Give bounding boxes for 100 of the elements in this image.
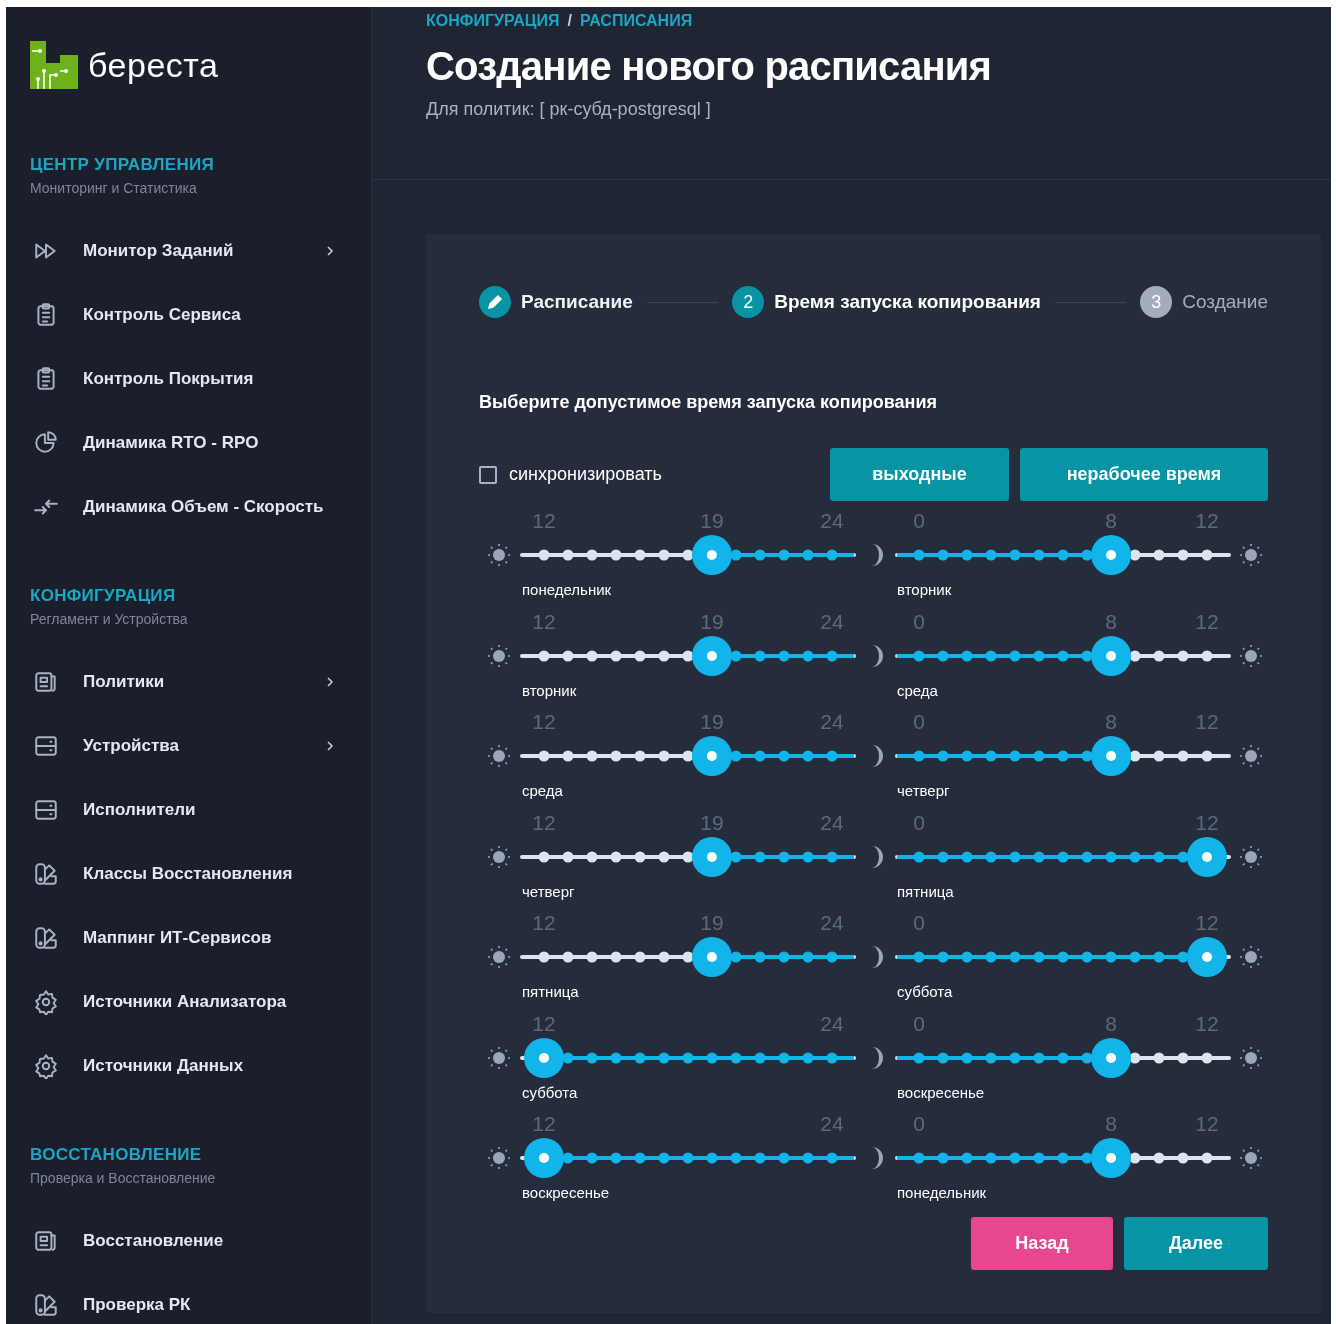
nav-item[interactable]: Классы Восстановления <box>83 864 371 884</box>
slider-thumb[interactable] <box>691 635 732 676</box>
time-slider[interactable] <box>522 1138 854 1178</box>
time-slider[interactable] <box>522 836 854 877</box>
back-button[interactable]: Назад <box>971 1216 1113 1270</box>
swatch-icon <box>33 1292 59 1318</box>
hour-label: 24 <box>820 911 844 935</box>
slider-thumb[interactable] <box>691 736 732 776</box>
chevron-icon[interactable] <box>325 675 335 689</box>
time-slider[interactable] <box>897 937 1229 977</box>
nav-item[interactable]: Контроль Покрытия <box>83 369 371 389</box>
day-label: суббота <box>522 1083 579 1102</box>
time-slider[interactable] <box>897 1037 1229 1078</box>
nav-item[interactable]: Восстановление <box>83 1231 371 1251</box>
nav-item[interactable]: Источники Данных <box>83 1056 371 1076</box>
hour-label: 19 <box>700 810 724 835</box>
slider-thumb[interactable] <box>1091 635 1132 676</box>
breadcrumb-link[interactable]: РАСПИСАНИЯ <box>579 12 693 30</box>
hour-label: 0 <box>913 1112 925 1136</box>
day-label: суббота <box>897 983 954 1001</box>
time-slider[interactable] <box>522 736 854 776</box>
time-slider[interactable] <box>897 736 1229 776</box>
section-title: ЦЕНТР УПРАВЛЕНИЯ <box>30 155 216 175</box>
time-slider[interactable] <box>522 535 854 575</box>
time-slider[interactable] <box>522 937 854 977</box>
page-title: Создание нового расписания <box>426 44 993 89</box>
time-slider[interactable] <box>522 1037 854 1078</box>
sun-icon <box>487 643 511 668</box>
step-label[interactable]: Расписание <box>521 291 633 313</box>
hour-label: 12 <box>532 1011 556 1036</box>
day-label: среда <box>522 782 564 800</box>
day-label: воскресенье <box>522 1184 611 1202</box>
hour-label: 8 <box>1105 609 1117 634</box>
day-label: четверг <box>897 782 951 800</box>
hour-label: 0 <box>913 1011 925 1036</box>
day-label: вторник <box>897 581 953 599</box>
time-slider[interactable] <box>897 836 1229 877</box>
slider-thumb[interactable] <box>691 836 732 877</box>
chevron-icon[interactable] <box>325 244 335 258</box>
day-label: понедельник <box>897 1184 988 1202</box>
slider-thumb[interactable] <box>691 535 732 575</box>
nav-item[interactable]: Политики <box>83 672 325 692</box>
slider-thumb[interactable] <box>691 937 732 977</box>
nav-item[interactable]: Источники Анализатора <box>83 992 371 1012</box>
hour-label: 24 <box>820 1112 844 1136</box>
nav-item[interactable]: Динамика RTO - RPO <box>83 433 371 453</box>
nav-item[interactable]: Исполнители <box>83 800 371 820</box>
time-slider[interactable] <box>897 535 1229 575</box>
time-slider[interactable] <box>522 635 854 676</box>
hour-label: 12 <box>1195 1112 1219 1136</box>
step-label[interactable]: Время запуска копирования <box>774 291 1041 313</box>
slider-thumb[interactable] <box>1091 535 1132 575</box>
checkbox-label: синхронизировать <box>509 464 662 485</box>
prompt-text: Выберите допустимое время запуска копирования <box>479 392 939 413</box>
sun-icon <box>1239 1045 1263 1070</box>
next-button[interactable]: Далее <box>1124 1216 1268 1270</box>
nav-item[interactable]: Контроль Сервиса <box>83 305 371 325</box>
settings-icon <box>33 1053 59 1079</box>
document-icon <box>33 669 59 695</box>
slider-thumb[interactable] <box>1091 1138 1132 1178</box>
section-subtitle: Регламент и Устройства <box>30 611 189 627</box>
slider-thumb[interactable] <box>1187 937 1227 977</box>
slider-thumb[interactable] <box>1091 736 1132 776</box>
nav-item[interactable]: Проверка РК <box>83 1295 371 1315</box>
slider-thumb[interactable] <box>1187 836 1227 877</box>
step-label[interactable]: Создание <box>1182 291 1268 313</box>
document-icon <box>33 1228 59 1254</box>
slider-thumb[interactable] <box>524 1138 564 1178</box>
settings-icon <box>33 989 59 1015</box>
sun-icon <box>487 1146 511 1170</box>
hour-label: 0 <box>913 509 925 533</box>
nav-item[interactable]: Монитор Заданий <box>83 241 325 261</box>
hour-label: 19 <box>700 509 724 533</box>
preset-button[interactable]: выходные <box>830 448 1009 501</box>
nav-item[interactable]: Динамика Объем - Скорость <box>83 497 371 517</box>
hour-label: 0 <box>913 911 925 935</box>
day-label: вторник <box>522 681 578 700</box>
hour-label: 19 <box>700 710 724 734</box>
day-label: пятница <box>897 882 955 901</box>
hour-label: 0 <box>913 609 925 634</box>
section-subtitle: Мониторинг и Статистика <box>30 180 198 196</box>
hour-label: 12 <box>532 1112 556 1136</box>
hour-label: 12 <box>1195 710 1219 734</box>
breadcrumb-link[interactable]: КОНФИГУРАЦИЯ <box>426 12 560 30</box>
hour-label: 12 <box>532 810 556 835</box>
preset-button[interactable]: нерабочее время <box>1020 448 1268 501</box>
logo-text: береста <box>88 45 219 85</box>
nav-item[interactable]: Маппинг ИТ-Сервисов <box>83 928 371 948</box>
server-icon <box>33 797 59 823</box>
slider-thumb[interactable] <box>524 1037 564 1078</box>
logo-icon <box>30 41 78 89</box>
day-label: воскресенье <box>897 1083 986 1102</box>
chevron-icon[interactable] <box>325 739 335 753</box>
checkbox[interactable] <box>479 465 497 484</box>
slider-thumb[interactable] <box>1091 1037 1132 1078</box>
time-slider[interactable] <box>897 1138 1229 1178</box>
nav-item[interactable]: Устройства <box>83 736 325 756</box>
sun-icon <box>1239 945 1263 969</box>
hour-label: 12 <box>532 911 556 935</box>
time-slider[interactable] <box>897 635 1229 676</box>
